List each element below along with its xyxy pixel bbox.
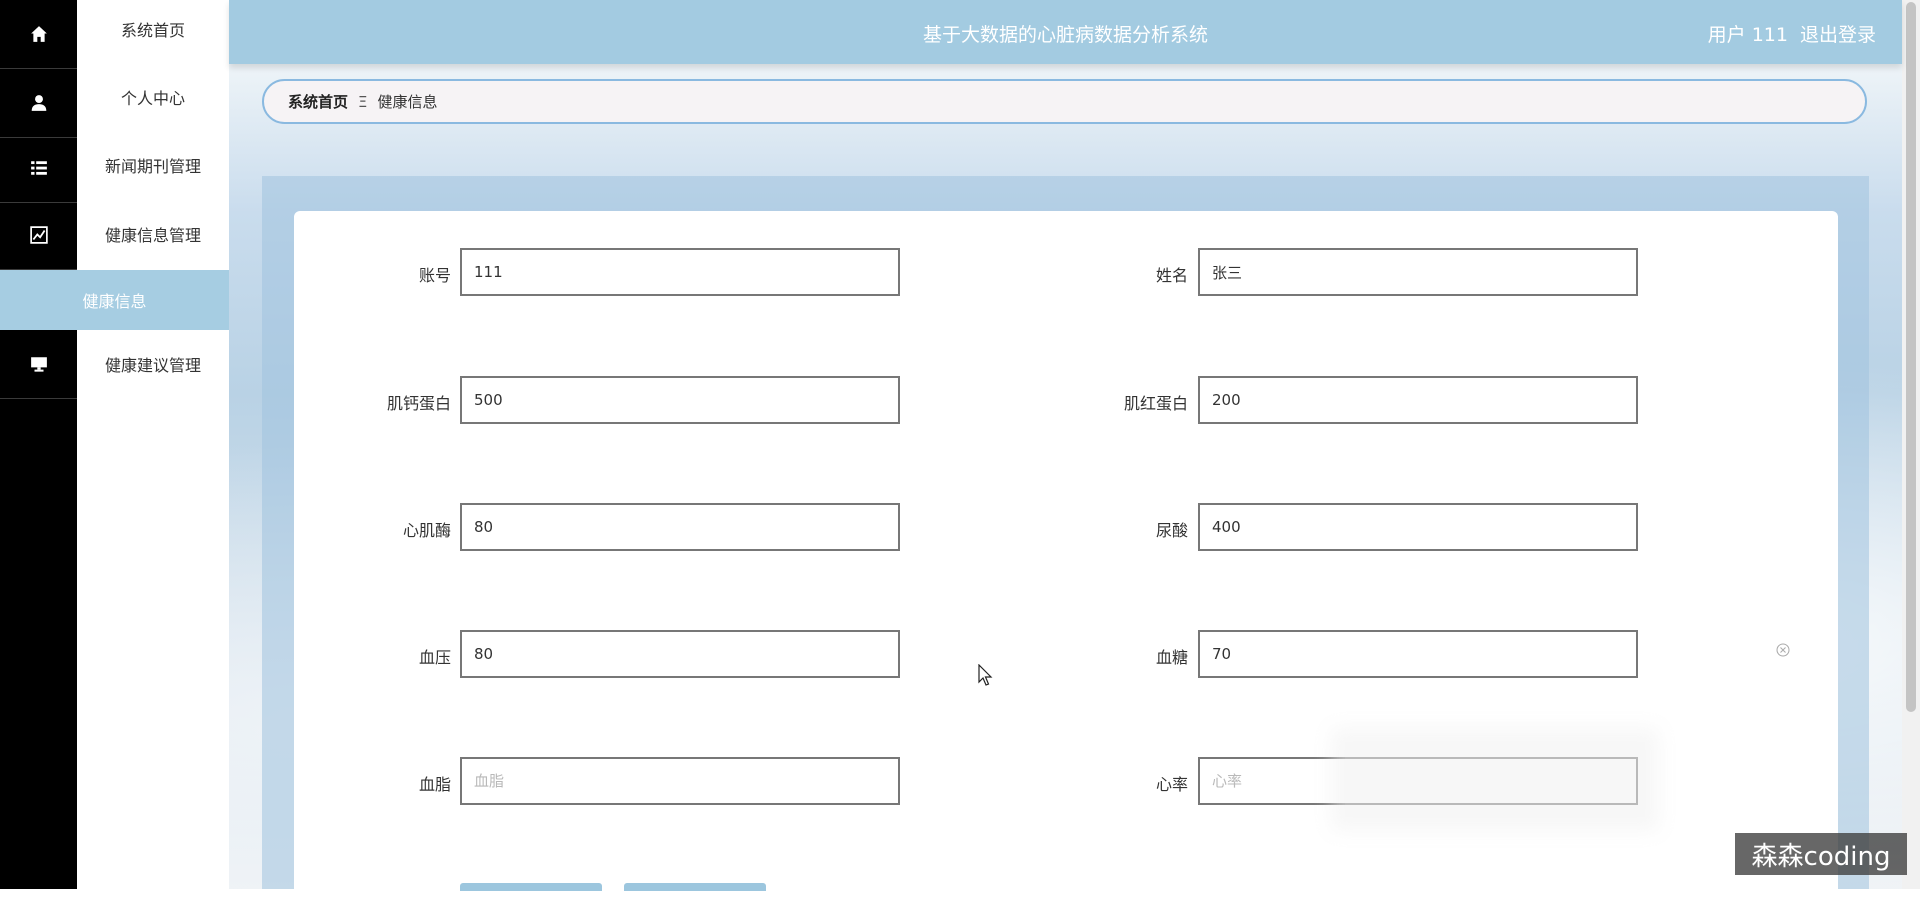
chart-icon: [29, 226, 48, 244]
submit-button[interactable]: [460, 883, 602, 891]
mouse-cursor-icon: [978, 664, 993, 686]
icon-rail: [0, 0, 77, 889]
troponin-field[interactable]: [460, 376, 900, 424]
rail-user[interactable]: [0, 69, 77, 138]
label-myoglobin: 肌红蛋白: [1123, 394, 1188, 413]
blood-sugar-field[interactable]: [1198, 630, 1638, 678]
label-cardiac-enzyme: 心肌酶: [402, 521, 451, 540]
sidebar-menu: 系统首页 个人中心 新闻期刊管理 健康信息管理 健康建议管理: [77, 0, 230, 889]
breadcrumb: 系统首页 Ξ 健康信息: [262, 79, 1867, 124]
monitor-icon: [30, 357, 47, 372]
account-field[interactable]: [460, 248, 900, 296]
user-actions: 用户 111 退出登录: [1708, 20, 1876, 47]
clear-icon[interactable]: [1776, 643, 1790, 657]
scrollbar-thumb[interactable]: [1906, 2, 1916, 712]
rail-news[interactable]: [0, 134, 77, 203]
blood-pressure-field[interactable]: [460, 630, 900, 678]
sidebar-item-profile[interactable]: 个人中心: [77, 63, 229, 131]
logout-button[interactable]: 退出登录: [1800, 20, 1876, 47]
rail-home[interactable]: [0, 0, 77, 69]
user-icon: [31, 95, 46, 111]
label-blood-pressure: 血压: [418, 648, 451, 667]
sidebar-item-news[interactable]: 新闻期刊管理: [77, 131, 229, 199]
top-header: 基于大数据的心脏病数据分析系统 用户 111 退出登录: [229, 0, 1902, 64]
name-field[interactable]: [1198, 248, 1638, 296]
home-icon: [30, 26, 47, 42]
label-name: 姓名: [1155, 266, 1188, 285]
label-troponin: 肌钙蛋白: [386, 394, 451, 413]
blur-overlay: [1345, 742, 1645, 817]
sidebar-subitem-health-info[interactable]: 健康信息: [0, 270, 229, 330]
myoglobin-field[interactable]: [1198, 376, 1638, 424]
sidebar-item-home[interactable]: 系统首页: [77, 0, 229, 63]
sidebar-item-advice[interactable]: 健康建议管理: [77, 330, 229, 398]
list-icon: [30, 161, 47, 175]
label-account: 账号: [418, 266, 451, 285]
sidebar-item-health[interactable]: 健康信息管理: [77, 200, 229, 268]
breadcrumb-separator-icon: Ξ: [358, 92, 368, 111]
label-blood-lipid: 血脂: [418, 775, 451, 794]
uric-acid-field[interactable]: [1198, 503, 1638, 551]
rail-advice[interactable]: [0, 330, 77, 399]
label-uric-acid: 尿酸: [1155, 521, 1188, 540]
app-title: 基于大数据的心脏病数据分析系统: [922, 24, 1208, 46]
label-heart-rate: 心率: [1155, 775, 1188, 794]
watermark: 森森coding: [1735, 833, 1907, 875]
user-label[interactable]: 用户 111: [1708, 20, 1788, 47]
vertical-scrollbar[interactable]: [1902, 0, 1920, 889]
cardiac-enzyme-field[interactable]: [460, 503, 900, 551]
breadcrumb-current: 健康信息: [377, 93, 438, 111]
label-blood-sugar: 血糖: [1155, 648, 1188, 667]
breadcrumb-home[interactable]: 系统首页: [288, 91, 348, 112]
cancel-button[interactable]: [624, 883, 766, 891]
rail-health[interactable]: [0, 201, 77, 270]
blood-lipid-field[interactable]: [460, 757, 900, 805]
